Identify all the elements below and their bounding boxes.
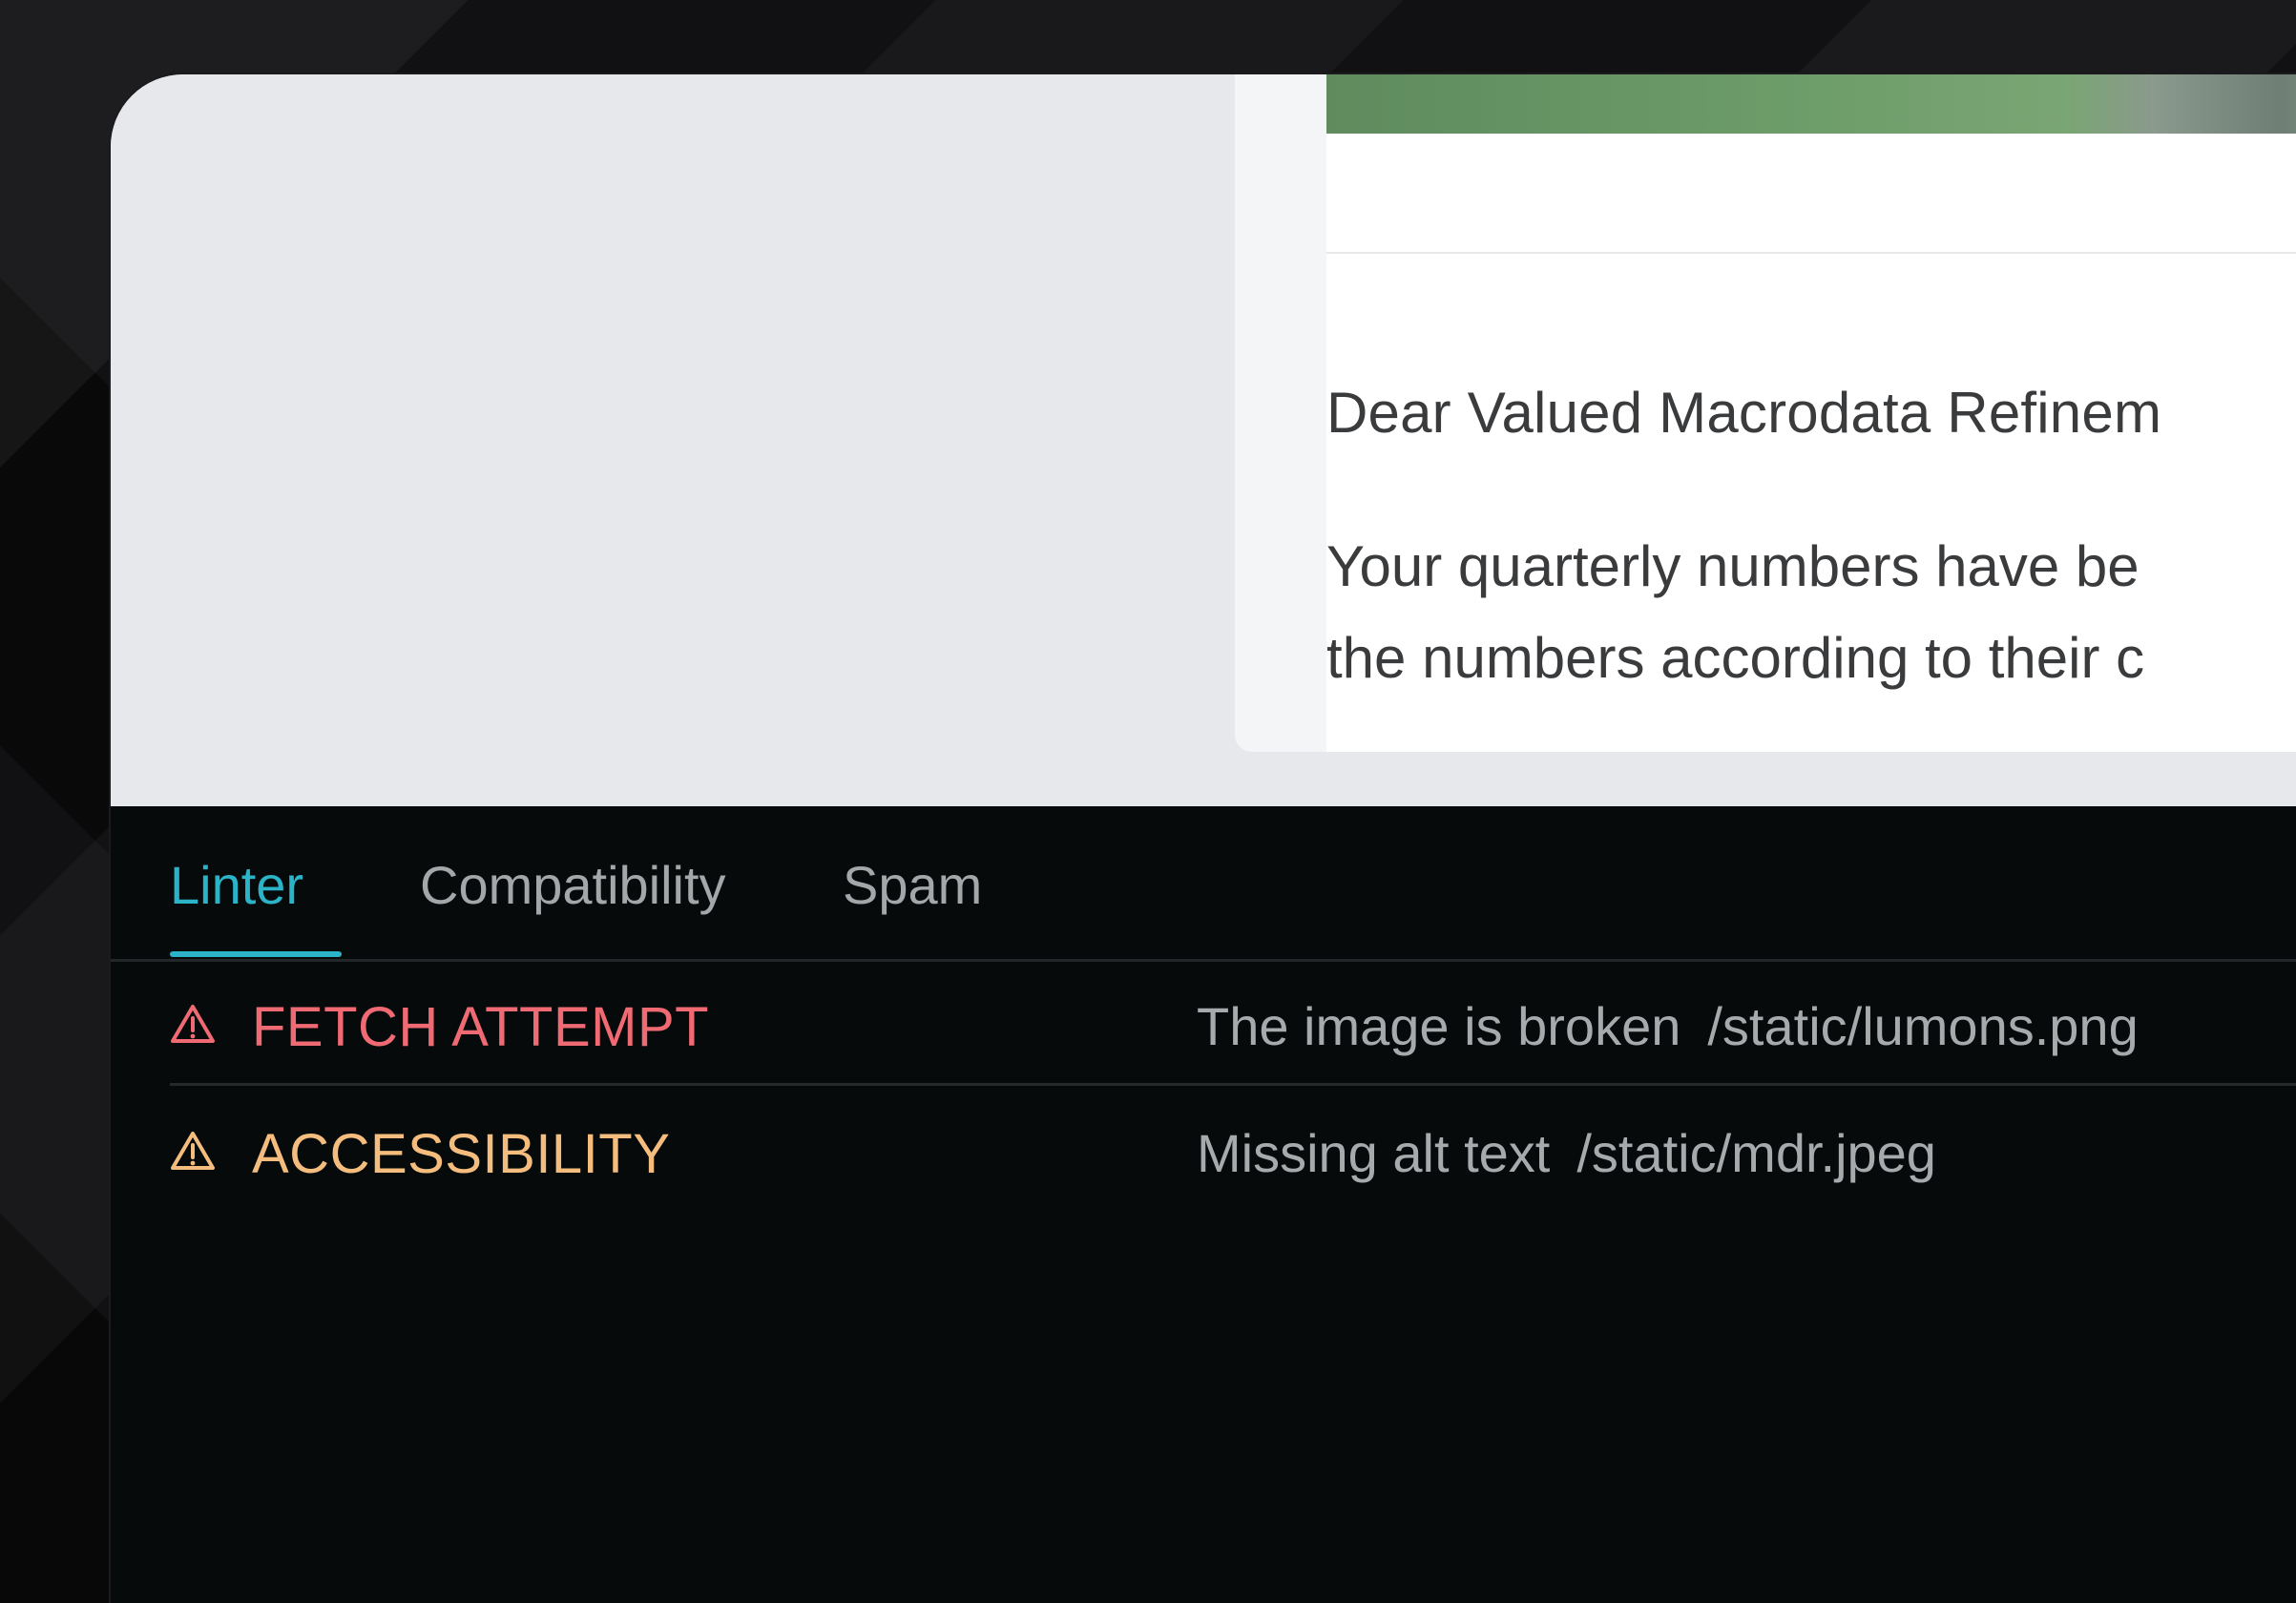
email-hero-image [1326, 74, 2296, 134]
email-paragraph-line: Your quarterly numbers have be [1326, 534, 2139, 598]
panel-tab-bar: Linter Compatibility Spam [111, 806, 2296, 962]
email-builder-window: Dear Valued Macrodata Refinem Your quart… [111, 74, 2296, 1603]
email-greeting: Dear Valued Macrodata Refinem [1326, 381, 2162, 445]
linter-issue-row[interactable]: ACCESSIBILITY Missing alt text/static/md… [170, 1086, 2296, 1210]
issue-message: The image is broken [1197, 996, 1681, 1056]
active-tab-indicator [170, 951, 342, 957]
email-divider [1326, 252, 2296, 254]
tab-linter[interactable]: Linter [170, 854, 303, 916]
email-preview-area: Dear Valued Macrodata Refinem Your quart… [111, 74, 2296, 806]
issue-description: The image is broken/static/lumons.png [1197, 995, 2139, 1057]
issue-message: Missing alt text [1197, 1123, 1551, 1183]
issue-file-path: /static/lumons.png [1707, 996, 2139, 1056]
email-paragraph: Your quarterly numbers have be the numbe… [1326, 521, 2296, 704]
linter-issue-row[interactable]: FETCH ATTEMPT The image is broken/static… [170, 959, 2296, 1086]
tab-spam[interactable]: Spam [843, 854, 982, 916]
email-preview-frame[interactable]: Dear Valued Macrodata Refinem Your quart… [1235, 74, 2296, 752]
warning-triangle-icon [171, 1132, 215, 1170]
issue-file-path: /static/mdr.jpeg [1576, 1123, 1936, 1183]
checks-panel: Linter Compatibility Spam FETCH ATTEMPT … [111, 806, 2296, 1603]
issue-type-label: FETCH ATTEMPT [252, 996, 710, 1058]
email-paragraph-line: the numbers according to their c [1326, 626, 2145, 690]
issue-type-label: ACCESSIBILITY [252, 1123, 671, 1185]
tab-compatibility[interactable]: Compatibility [420, 854, 726, 916]
warning-triangle-icon [171, 1005, 215, 1043]
issue-description: Missing alt text/static/mdr.jpeg [1197, 1122, 1936, 1184]
